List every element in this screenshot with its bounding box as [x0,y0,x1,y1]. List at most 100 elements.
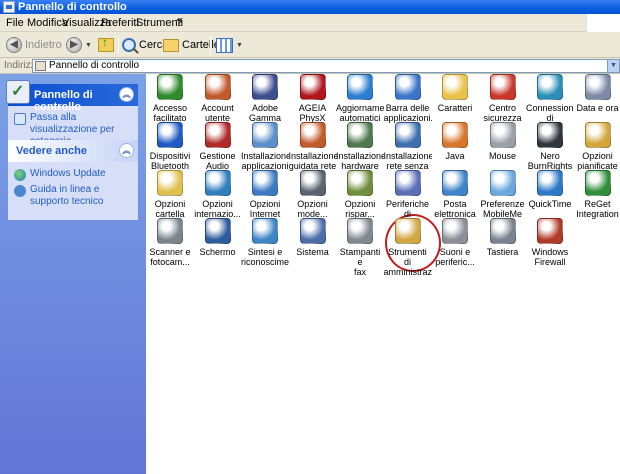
java-icon [442,122,468,148]
item-label: Opzioni internazio... [194,199,241,219]
control-panel-item[interactable]: Opzioni rispar... [336,170,384,219]
toolbar-separator [210,36,211,54]
item-label: Tastiera [486,247,519,257]
item-label: Java [445,151,465,161]
item-label: Posta elettronica [434,199,476,219]
control-panel-items: Accesso facilitato Account utente Adobe Ga… [146,74,620,474]
windows-update-icon [14,169,26,181]
control-panel-item[interactable]: Installazione guidata rete [289,122,337,171]
item-label: Stampanti e fax [339,247,381,277]
up-folder-button[interactable] [98,35,114,55]
title-bar[interactable]: Pannello di controllo [0,0,620,14]
windows-update-link[interactable]: Windows Update [14,168,132,181]
address-field[interactable]: Pannello di controllo ▼ [32,59,620,73]
window-title: Pannello di controllo [18,1,127,13]
system-icon [299,218,326,244]
control-panel-item[interactable]: Nero BurnRights [526,122,574,171]
item-label: ReGet Integration [576,199,619,219]
chevron-down-icon: ▼ [85,41,92,49]
control-panel-item[interactable]: Aggiornamenti automatici [336,74,384,123]
fonts-folder-icon [442,74,468,100]
control-panel-item[interactable]: Opzioni mode... [289,170,337,219]
menu-preferiti[interactable]: Preferiti [101,17,139,29]
control-panel-item[interactable]: Adobe Gamma [241,74,289,123]
menu-help[interactable]: ? [176,17,182,29]
item-label: Scanner e fotocam... [149,247,191,267]
control-panel-item[interactable]: Tastiera [479,218,527,257]
firewall-icon [537,218,563,244]
printer-icon [347,218,373,244]
forward-arrow-icon: ▶ [66,37,82,53]
control-panel-item[interactable]: AGEIA PhysX [289,74,337,123]
item-label: Accesso facilitato [152,103,187,123]
control-panel-item[interactable]: Opzioni internazio... [194,170,242,219]
task-pane: Pannello di controllo ︽ Passa alla visua… [0,74,146,474]
see-also-box: Vedere anche ︽ Windows Update Guida in l… [8,140,138,220]
panel-title: Vedere anche [16,145,87,157]
panel-header[interactable]: Pannello di controllo ︽ [6,80,138,113]
control-panel-item[interactable]: ReGet Integration [574,170,620,219]
control-panel-item[interactable]: Accesso facilitato [146,74,194,123]
views-button[interactable]: ▼ [216,35,243,55]
clock-icon [584,74,611,100]
control-panel-item[interactable]: Barra delle applicazioni... [384,74,432,123]
control-panel-item[interactable]: Posta elettronica [431,170,479,219]
control-panel-item[interactable]: Caratteri [431,74,479,113]
regional-globe-icon [204,170,231,196]
control-panel-item[interactable]: QuickTime [526,170,574,209]
folders-label: Cartelle [182,39,220,51]
item-label: Opzioni Internet [249,199,281,219]
control-panel-item[interactable]: Suoni e periferic... [431,218,479,267]
collapse-icon[interactable]: ︽ [119,87,134,102]
control-panel-item[interactable]: Java [431,122,479,161]
control-panel-item[interactable]: Opzioni pianificate [574,122,620,171]
address-text: Pannello di controllo [49,60,140,71]
item-label: Aggiornamenti automatici [336,103,384,123]
item-label: QuickTime [528,199,572,209]
control-panel-item[interactable]: Schermo [194,218,242,257]
item-label: Strumenti di amministrazione [383,247,432,277]
folders-icon [163,38,179,52]
control-panel-item[interactable]: Account utente [194,74,242,123]
folders-button[interactable]: Cartelle [163,35,220,55]
control-panel-item[interactable]: Windows Firewall [526,218,574,267]
control-panel-item[interactable]: Sistema [289,218,337,257]
control-panel-icon [6,80,30,104]
control-panel-item[interactable]: Dispositivi Bluetooth [146,122,194,171]
control-panel-item[interactable]: Stampanti e fax [336,218,384,277]
item-label: Opzioni rispar... [344,199,376,219]
help-support-link[interactable]: Guida in linea e supporto tecnico [14,184,132,208]
control-panel-item[interactable]: Opzioni cartella [146,170,194,219]
control-panel-item[interactable]: Sintesi e riconoscime... [241,218,289,267]
control-panel-item[interactable]: Mouse [479,122,527,161]
menu-file[interactable]: File [6,17,24,29]
control-panel-item[interactable]: Data e ora [574,74,620,113]
windows-update-icon [347,74,373,100]
control-panel-item[interactable]: Opzioni Internet [241,170,289,219]
item-label: Adobe Gamma [248,103,281,123]
control-panel-item[interactable]: Strumenti di amministrazione [384,218,432,277]
control-panel-item[interactable]: Preferenze MobileMe [479,170,527,219]
security-shield-icon [489,74,516,100]
control-panel-item[interactable]: Scanner e fotocam... [146,218,194,267]
control-panel-icon [35,61,46,71]
chevron-down-icon[interactable]: ▼ [607,60,619,72]
bluetooth-icon [157,122,183,148]
search-button[interactable]: Cerca [122,35,168,55]
views-icon [216,37,233,53]
add-remove-icon [252,122,278,148]
forward-button[interactable]: ▶ ▼ [66,35,92,55]
power-icon [347,170,373,196]
control-panel-item[interactable]: Installazione hardware [336,122,384,171]
item-label: Opzioni mode... [297,199,328,219]
item-label: Mouse [488,151,516,161]
panel-header[interactable]: Vedere anche ︽ [8,140,138,162]
address-bar: Indirizzo Pannello di controllo ▼ [0,58,620,74]
item-label: Opzioni cartella [154,199,186,219]
admin-tools-icon [394,218,421,244]
toolbar: ◀ Indietro ▼ ▶ ▼ Cerca Cartelle ▼ [0,32,620,58]
collapse-icon[interactable]: ︽ [119,143,134,158]
item-label: Data e ora [576,103,619,113]
back-button[interactable]: ◀ Indietro ▼ [6,35,72,55]
control-panel-item[interactable]: Installazione applicazioni [241,122,289,171]
